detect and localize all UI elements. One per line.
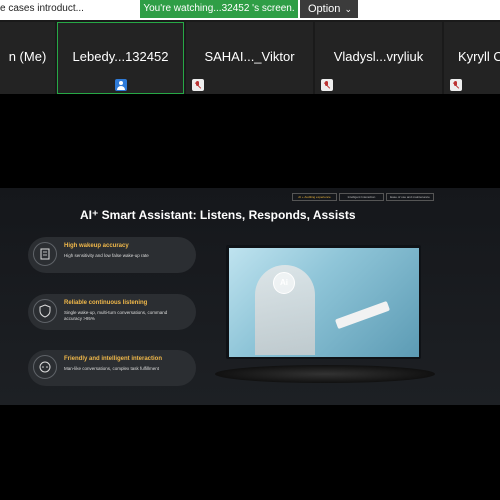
feature-desc: High sensitivity and low false wake-up r… bbox=[64, 253, 149, 258]
feature-desc: Single wake-up, multi-turn conversations… bbox=[64, 310, 168, 321]
feature-title: High wakeup accuracy bbox=[64, 243, 129, 249]
person-icon bbox=[115, 79, 127, 91]
slide-tab: Intelligent Interaction bbox=[339, 193, 384, 201]
mic-muted-icon bbox=[321, 79, 333, 91]
feature-title: Reliable continuous listening bbox=[64, 300, 148, 306]
participant-name: Vladysl...vryliuk bbox=[333, 49, 424, 64]
display-stand bbox=[215, 365, 435, 383]
participant-tile[interactable]: Lebedy...132452 bbox=[57, 22, 184, 94]
participant-tile[interactable]: Vladysl...vryliuk bbox=[315, 22, 442, 94]
feature-title: Friendly and intelligent interaction bbox=[64, 356, 163, 362]
participant-name: n (Me) bbox=[8, 49, 47, 64]
feature-desc: Man-like conversations, complex task ful… bbox=[64, 366, 160, 371]
feature-card: High wakeup accuracy High sensitivity an… bbox=[28, 237, 196, 273]
document-icon bbox=[33, 242, 57, 266]
chat-icon bbox=[33, 355, 57, 379]
participant-tile[interactable]: Kyryll O bbox=[444, 22, 500, 94]
feature-card: Reliable continuous listening Single wak… bbox=[28, 294, 196, 330]
participant-tile[interactable]: SAHAI..._Viktor bbox=[186, 22, 313, 94]
screen-share-banner: You're watching...32452 's screen. bbox=[140, 0, 298, 18]
shield-icon bbox=[33, 299, 57, 323]
mic-muted-icon bbox=[192, 79, 204, 91]
meeting-title: e cases introduct... bbox=[0, 3, 84, 14]
slide-tab: AI + Auditing experience bbox=[292, 193, 337, 201]
participant-name: Kyryll O bbox=[458, 49, 500, 64]
mic-muted-icon bbox=[450, 79, 462, 91]
participant-name: SAHAI..._Viktor bbox=[204, 49, 295, 64]
participant-name: Lebedy...132452 bbox=[72, 49, 169, 64]
feature-card: Friendly and intelligent interaction Man… bbox=[28, 350, 196, 386]
ai-badge: Ai bbox=[273, 272, 295, 294]
slide-title: AI⁺ Smart Assistant: Listens, Responds, … bbox=[80, 208, 356, 222]
slide-tabs: AI + Auditing experience Intelligent Int… bbox=[292, 193, 434, 201]
option-button[interactable]: Option ⌄ bbox=[300, 0, 358, 18]
chevron-down-icon: ⌄ bbox=[344, 4, 352, 14]
option-label: Option bbox=[308, 3, 341, 15]
slide-tab: Ease of use and maintenance bbox=[386, 193, 434, 201]
participant-tile[interactable]: n (Me) bbox=[0, 22, 55, 94]
